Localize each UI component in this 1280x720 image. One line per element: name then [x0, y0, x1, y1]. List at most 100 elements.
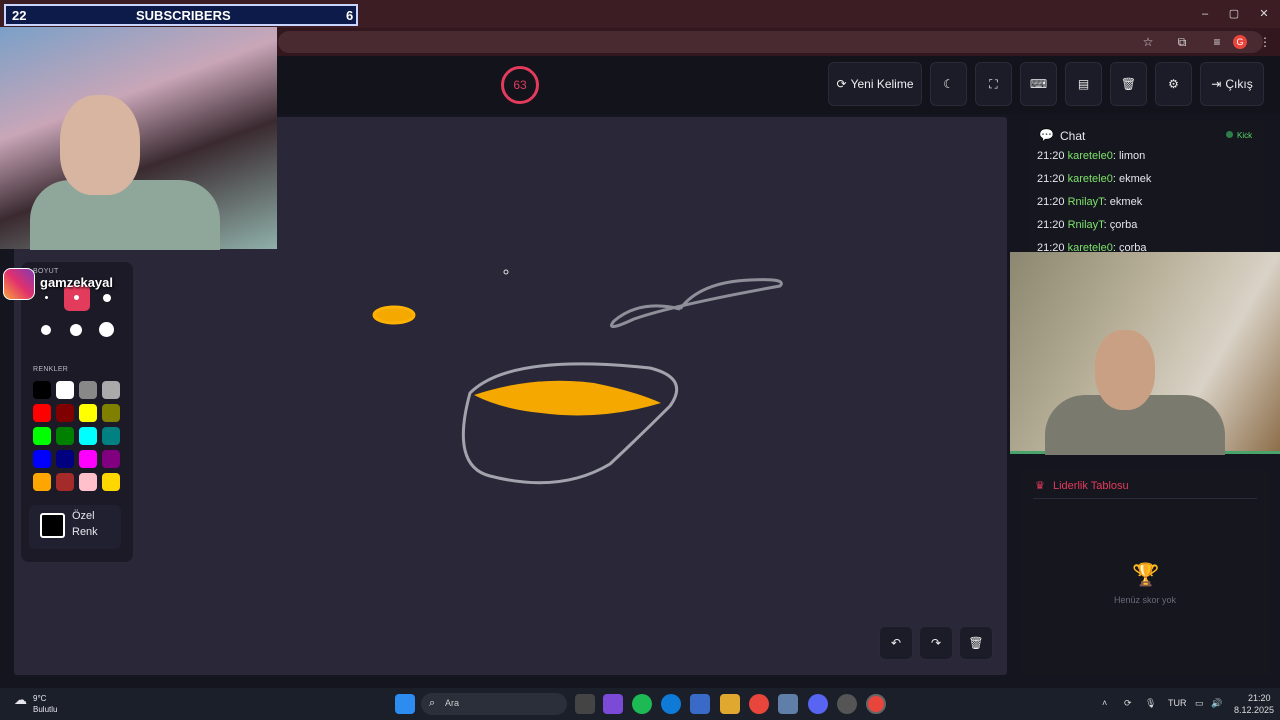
- undo-button[interactable]: ↶: [879, 626, 913, 660]
- chat-username[interactable]: RnilayT: [1068, 219, 1104, 231]
- chat-message: 21:20 RnilayT: ekmek: [1037, 196, 1143, 208]
- network-icon[interactable]: ▭: [1195, 698, 1204, 709]
- color-swatch[interactable]: [33, 427, 51, 445]
- chat-username[interactable]: karetele0: [1068, 150, 1113, 162]
- color-swatch[interactable]: [102, 427, 120, 445]
- size-option-1[interactable]: [45, 296, 48, 299]
- chat-message: 21:20 karetele0: ekmek: [1037, 173, 1152, 185]
- new-word-button[interactable]: ⟳ Yeni Kelime: [828, 62, 922, 106]
- chat-message: 21:20 karetele0: limon: [1037, 150, 1146, 162]
- clock-date[interactable]: 8.12.2025: [1234, 705, 1274, 715]
- color-swatch[interactable]: [33, 381, 51, 399]
- profile-avatar[interactable]: G: [1233, 35, 1247, 49]
- subscriber-goal: 6: [346, 8, 354, 23]
- color-swatch[interactable]: [102, 381, 120, 399]
- color-swatch[interactable]: [102, 404, 120, 422]
- close-window-button[interactable]: ✕: [1254, 6, 1274, 22]
- fullscreen-button[interactable]: ⛶: [975, 62, 1012, 106]
- size-option-5[interactable]: [70, 324, 82, 336]
- chat-text: limon: [1118, 150, 1146, 162]
- chat-username[interactable]: RnilayT: [1068, 196, 1104, 208]
- search-icon: ⌕: [429, 697, 436, 709]
- minimize-button[interactable]: –: [1195, 6, 1215, 22]
- custom-color-label-2: Renk: [72, 526, 98, 538]
- subscriber-label: SUBSCRIBERS: [136, 8, 231, 23]
- custom-color-swatch[interactable]: [40, 513, 65, 538]
- color-swatch[interactable]: [33, 404, 51, 422]
- color-swatch[interactable]: [56, 427, 74, 445]
- color-swatch[interactable]: [56, 473, 74, 491]
- store-icon[interactable]: [690, 694, 710, 714]
- redo-button[interactable]: ↷: [919, 626, 953, 660]
- taskbar-search[interactable]: ⌕ Ara: [421, 693, 567, 715]
- exit-button[interactable]: ⇥ Çıkış: [1200, 62, 1264, 106]
- divider: [1033, 498, 1257, 499]
- platform-badge: Kick: [1237, 131, 1253, 140]
- start-button[interactable]: [395, 694, 415, 714]
- drawn-yolk: [372, 305, 416, 325]
- crown-icon: ♛: [1035, 480, 1045, 492]
- chat-username[interactable]: karetele0: [1068, 173, 1113, 185]
- app-icon[interactable]: [778, 694, 798, 714]
- keyboard-button[interactable]: ⌨: [1020, 62, 1057, 106]
- chrome-profile-icon[interactable]: [866, 694, 886, 714]
- task-view-icon[interactable]: [575, 694, 595, 714]
- volume-icon[interactable]: 🔊: [1211, 698, 1222, 709]
- language-indicator[interactable]: TUR: [1168, 698, 1187, 708]
- leaderboard-title: Liderlik Tablosu: [1053, 480, 1129, 492]
- weather-icon[interactable]: ☁: [14, 692, 27, 708]
- instagram-icon: [3, 268, 35, 300]
- color-swatch[interactable]: [79, 450, 97, 468]
- archive-button[interactable]: ▤: [1065, 62, 1102, 106]
- tray-chevron-icon[interactable]: ˄: [1102, 698, 1107, 708]
- color-swatch[interactable]: [79, 427, 97, 445]
- spotify-icon[interactable]: [632, 694, 652, 714]
- size-option-3[interactable]: [103, 294, 111, 302]
- mic-icon[interactable]: 🎙: [1145, 698, 1156, 709]
- color-swatch[interactable]: [79, 381, 97, 399]
- obs-icon[interactable]: [837, 694, 857, 714]
- clear-canvas-button[interactable]: 🗑: [959, 626, 993, 660]
- instagram-handle: gamzekayal: [40, 275, 113, 290]
- color-swatch[interactable]: [79, 473, 97, 491]
- clock-time[interactable]: 21:20: [1248, 693, 1271, 703]
- size-option-6[interactable]: [99, 322, 114, 337]
- bookmark-star-icon[interactable]: ☆: [1139, 33, 1157, 51]
- size-option-4[interactable]: [41, 325, 51, 335]
- chat-text: ekmek: [1118, 173, 1152, 185]
- trophy-icon: 🏆: [1132, 562, 1160, 587]
- archive-icon: ▤: [1077, 77, 1090, 91]
- color-swatch[interactable]: [33, 473, 51, 491]
- edge-icon[interactable]: [661, 694, 681, 714]
- weather-desc: Bulutlu: [33, 705, 58, 714]
- drawn-spoon: [610, 278, 783, 328]
- color-swatch[interactable]: [56, 381, 74, 399]
- color-swatch[interactable]: [33, 450, 51, 468]
- colors-label: RENKLER: [33, 366, 69, 373]
- copilot-icon[interactable]: [603, 694, 623, 714]
- extensions-icon[interactable]: ⧉: [1173, 33, 1191, 51]
- color-swatch[interactable]: [102, 473, 120, 491]
- color-swatch[interactable]: [56, 404, 74, 422]
- size-option-2[interactable]: [74, 295, 79, 300]
- custom-color-label-1: Özel: [72, 510, 95, 522]
- keyboard-icon: ⌨: [1029, 77, 1048, 91]
- color-swatch[interactable]: [56, 450, 74, 468]
- color-swatch[interactable]: [102, 450, 120, 468]
- file-explorer-icon[interactable]: [720, 694, 740, 714]
- maximize-button[interactable]: ▢: [1224, 6, 1244, 22]
- chat-time: 21:20: [1037, 173, 1065, 185]
- sync-icon[interactable]: ⟳: [1124, 698, 1132, 709]
- weather-temp: 9°C: [33, 694, 47, 703]
- discord-icon[interactable]: [808, 694, 828, 714]
- color-swatch[interactable]: [79, 404, 97, 422]
- address-bar[interactable]: [278, 31, 1263, 53]
- trash-button[interactable]: 🗑: [1110, 62, 1147, 106]
- media-controls-icon[interactable]: ≡: [1208, 33, 1226, 51]
- settings-button[interactable]: ⚙: [1155, 62, 1192, 106]
- browser-menu-icon[interactable]: ⋮: [1256, 33, 1274, 51]
- chat-text: çorba: [1109, 219, 1138, 231]
- chrome-icon[interactable]: [749, 694, 769, 714]
- dark-mode-button[interactable]: ☾: [930, 62, 967, 106]
- search-placeholder: Ara: [445, 698, 460, 708]
